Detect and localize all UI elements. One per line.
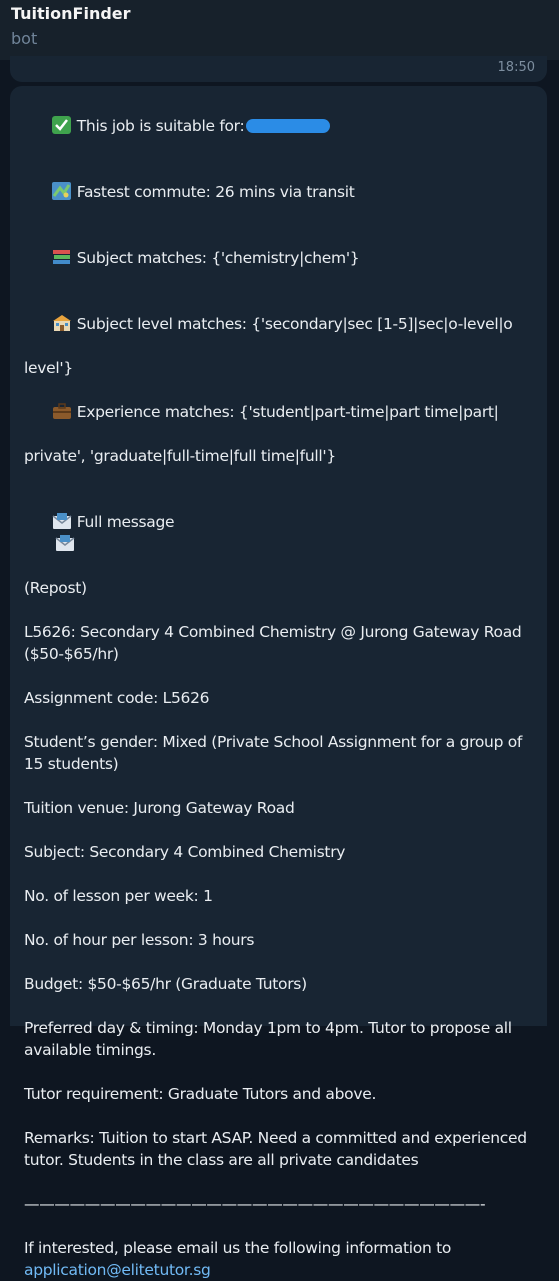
assignment-code: Assignment code: L5626 [24,689,210,707]
repost-text: (Repost) [24,579,87,597]
budget-line: Budget: $50-$65/hr (Graduate Tutors) [24,975,307,993]
job-title-2: ($50-$65/hr) [24,645,119,663]
full-message-line: Full message [24,489,536,577]
chat-header[interactable]: TuitionFinder bot [0,0,559,60]
gender-line-1: Student’s gender: Mixed (Private School … [24,733,523,751]
envelope-icon [55,535,75,551]
remarks-line-2: tutor. Students in the class are all pri… [24,1151,419,1169]
full-message-label: Full message [76,513,175,531]
divider-line: ——————————————————————————————- [24,1195,486,1213]
timing-line-1: Preferred day & timing: Monday 1pm to 4p… [24,1019,512,1037]
envelope-icon [52,513,72,529]
experience-text-1: Experience matches: {'student|part-time|… [76,403,499,421]
redacted-username [246,119,331,133]
experience-line-2: private', 'graduate|full-time|full time|… [24,447,336,465]
level-matches-text-1: Subject level matches: {'secondary|sec [… [76,315,513,333]
interest-line: If interested, please email us the follo… [24,1239,452,1257]
experience-line: Experience matches: {'student|part-time|… [24,379,536,445]
hours-line: No. of hour per lesson: 3 hours [24,931,255,949]
email-link[interactable]: application@elitetutor.sg [24,1259,536,1281]
suitable-line: This job is suitable for: [24,93,536,159]
message-text: This job is suitable for: Fastest commut… [24,93,536,1281]
check-mark-icon [51,116,71,134]
subject-matches-text: Subject matches: {'chemistry|chem'} [76,249,360,267]
job-title-1: L5626: Secondary 4 Combined Chemistry @ … [24,623,522,641]
suitable-label: This job is suitable for: [76,117,245,135]
subject-line: Subject: Secondary 4 Combined Chemistry [24,843,346,861]
chat-status: bot [11,29,38,48]
school-icon [52,315,71,331]
gender-line-2: 15 students) [24,755,119,773]
venue-line: Tuition venue: Jurong Gateway Road [24,799,295,817]
commute-text: Fastest commute: 26 mins via transit [76,183,355,201]
timing-line-2: available timings. [24,1041,156,1059]
level-matches-line-2: level'} [24,359,73,377]
books-icon [52,250,70,264]
chat-title[interactable]: TuitionFinder [11,4,131,23]
level-matches-line: Subject level matches: {'secondary|sec [… [24,291,536,357]
map-icon [51,182,71,200]
lessons-line: No. of lesson per week: 1 [24,887,213,905]
requirement-line: Tutor requirement: Graduate Tutors and a… [24,1085,377,1103]
remarks-line-1: Remarks: Tuition to start ASAP. Need a c… [24,1129,527,1147]
briefcase-icon [52,403,71,419]
message-time: 18:50 [497,60,535,75]
subject-matches-line: Subject matches: {'chemistry|chem'} [24,225,536,291]
message-bubble[interactable]: This job is suitable for: Fastest commut… [10,86,547,1279]
commute-line: Fastest commute: 26 mins via transit [24,159,536,225]
previous-message-bubble[interactable]: 18:50 [10,56,547,82]
